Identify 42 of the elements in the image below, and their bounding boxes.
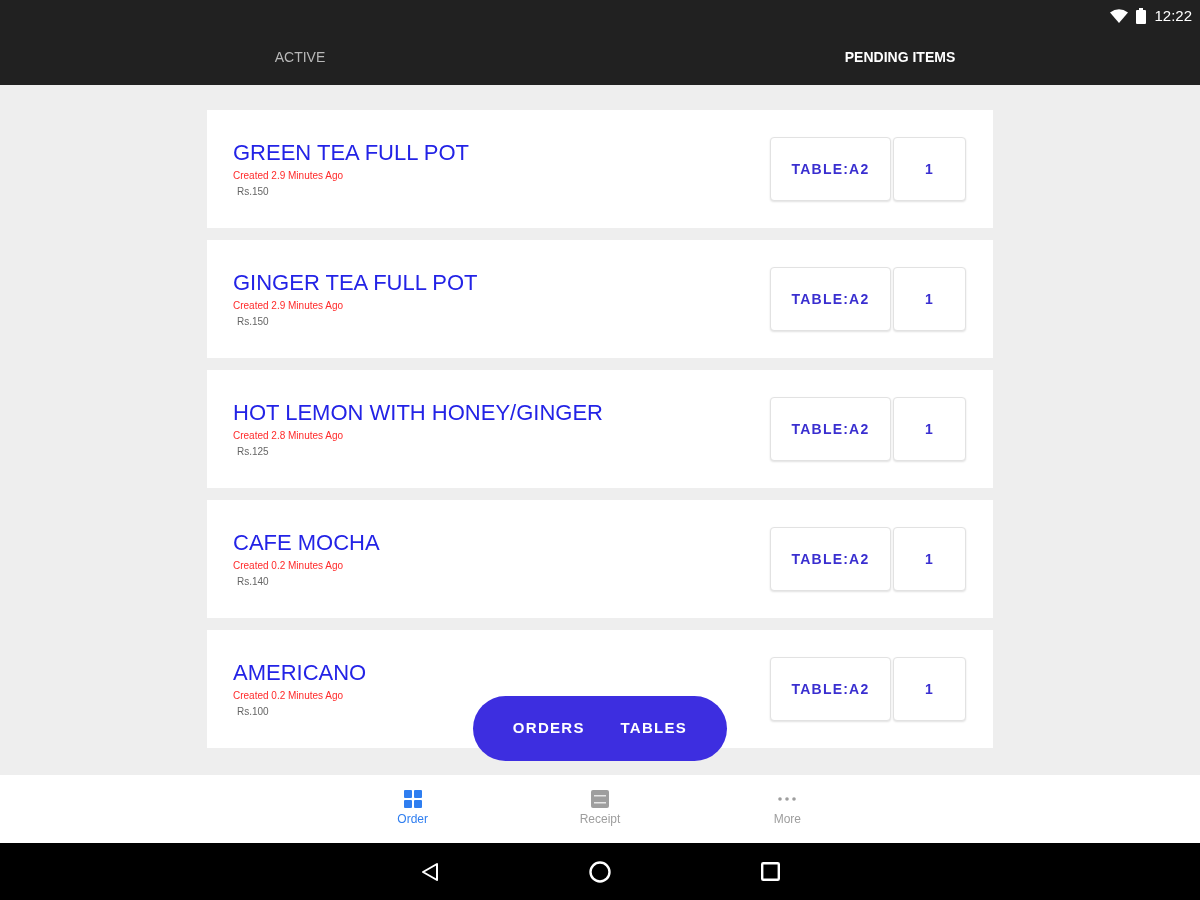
nav-item[interactable]: Order — [319, 775, 507, 843]
wifi-icon — [1110, 9, 1129, 23]
recents-icon — [760, 862, 780, 881]
item-name: CAFE MOCHA — [233, 530, 381, 556]
item-name: HOT LEMON WITH HONEY/GINGER — [233, 400, 604, 426]
quantity-button[interactable]: 1 — [893, 397, 966, 461]
item-price: Rs.150 — [236, 186, 270, 198]
created-time: Created 2.9 Minutes Ago — [233, 300, 345, 312]
item-price: Rs.140 — [236, 576, 270, 588]
quantity-button[interactable]: 1 — [893, 657, 966, 721]
receipt-icon — [591, 789, 609, 808]
switcher-button[interactable]: TABLES — [614, 713, 694, 744]
quantity-button[interactable]: 1 — [893, 527, 966, 591]
home-icon — [588, 860, 611, 883]
created-time: Created 2.8 Minutes Ago — [233, 430, 345, 442]
quantity-button[interactable]: 1 — [893, 267, 966, 331]
table-button[interactable]: TABLE:A2 — [770, 657, 891, 721]
clock-time: 12:22 — [1154, 5, 1192, 26]
recents-button[interactable] — [760, 862, 780, 881]
item-price: Rs.100 — [236, 706, 270, 718]
switcher-button[interactable]: ORDERS — [506, 713, 591, 744]
tab[interactable]: PENDING ITEMS — [600, 32, 1200, 85]
back-button[interactable] — [420, 861, 439, 882]
home-button[interactable] — [588, 860, 611, 883]
item-name: GINGER TEA FULL POT — [233, 270, 479, 296]
more-icon — [778, 796, 797, 801]
created-time: Created 2.9 Minutes Ago — [233, 170, 345, 182]
created-time: Created 0.2 Minutes Ago — [233, 560, 345, 572]
item-name: AMERICANO — [233, 660, 368, 686]
back-icon — [420, 861, 439, 882]
quantity-button[interactable]: 1 — [893, 137, 966, 201]
table-button[interactable]: TABLE:A2 — [770, 137, 891, 201]
battery-icon — [1136, 8, 1147, 24]
table-button[interactable]: TABLE:A2 — [770, 397, 891, 461]
tab[interactable]: ACTIVE — [0, 32, 600, 85]
item-price: Rs.150 — [236, 316, 270, 328]
item-name: GREEN TEA FULL POT — [233, 140, 470, 166]
table-button[interactable]: TABLE:A2 — [770, 267, 891, 331]
table-button[interactable]: TABLE:A2 — [770, 527, 891, 591]
created-time: Created 0.2 Minutes Ago — [233, 690, 345, 702]
grid-icon — [403, 789, 422, 808]
item-price: Rs.125 — [236, 446, 270, 458]
